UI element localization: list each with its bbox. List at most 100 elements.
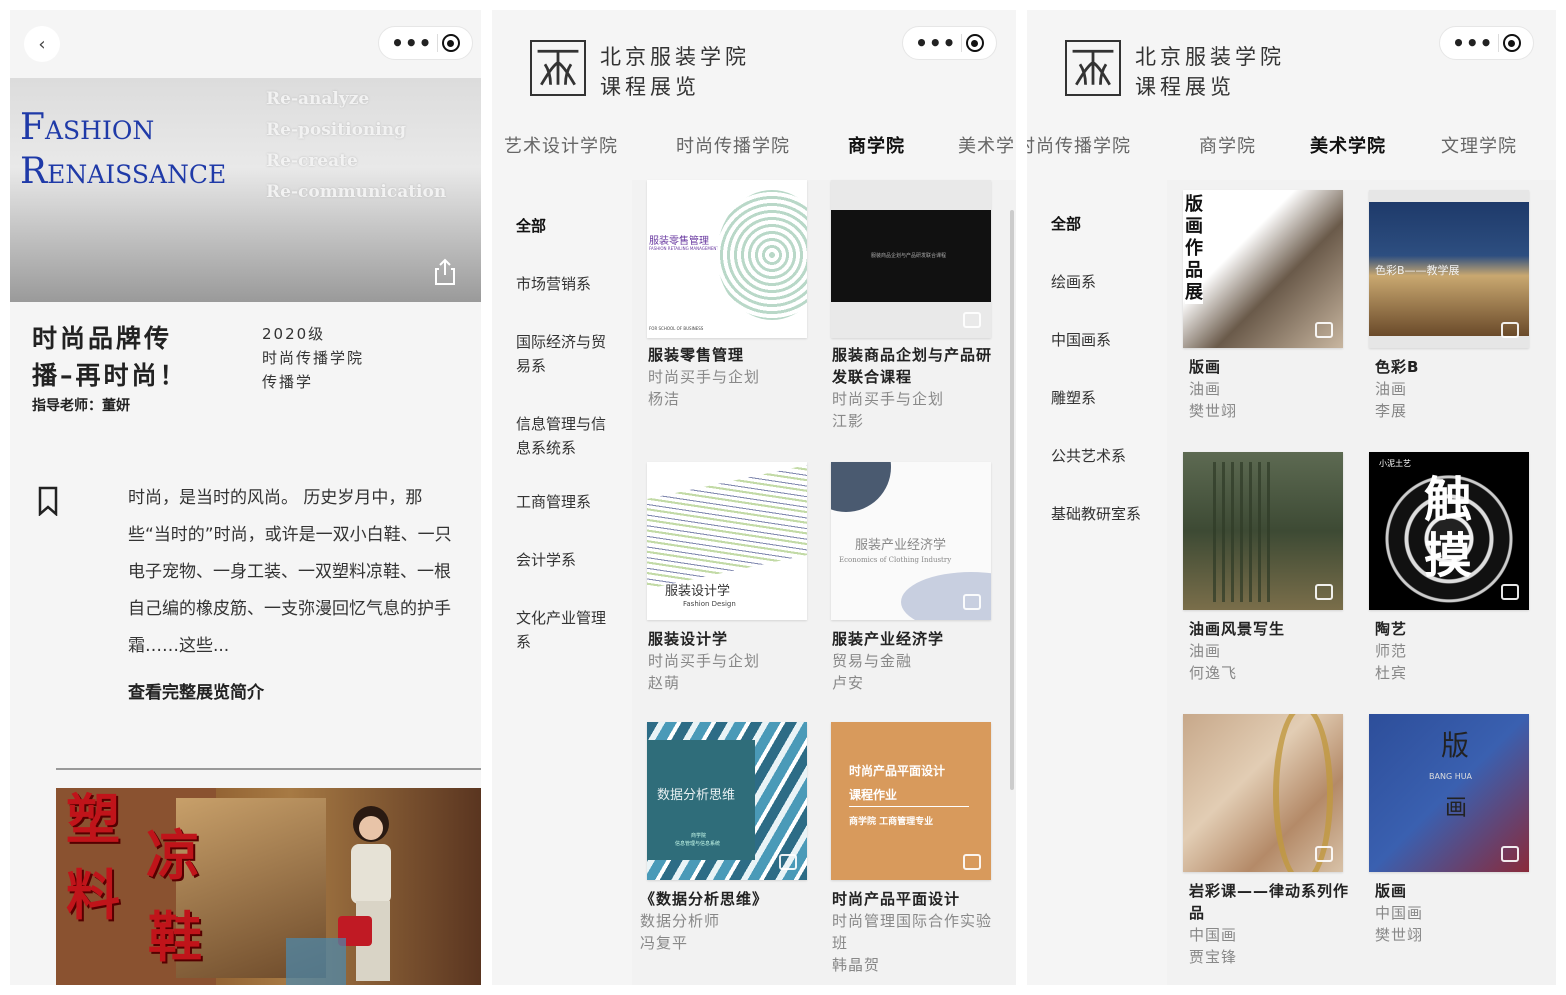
course-title[interactable]: 陶艺	[1375, 618, 1550, 640]
course-title[interactable]: 油画风景写生	[1189, 618, 1364, 640]
tab-liberal-arts[interactable]: 文理学院	[1441, 132, 1517, 158]
course-cover[interactable]	[1183, 714, 1343, 872]
course-info: 《数据分析思维》 数据分析师 冯复平	[640, 888, 815, 954]
mini-program-capsule[interactable]: •••	[1439, 26, 1534, 60]
tab-fashion-communication[interactable]: 时尚传播学院	[1027, 132, 1131, 158]
close-target-icon[interactable]	[1502, 34, 1521, 52]
capsule-divider	[960, 34, 962, 52]
course-title[interactable]: 服装产业经济学	[832, 628, 1007, 650]
exhibition-title: 时尚品牌传 播–再时尚！	[32, 320, 247, 394]
more-icon[interactable]: •••	[391, 33, 432, 53]
cover-subtitle: 信息管理与信息系统	[675, 841, 721, 847]
cover-title: 服装设计学	[665, 584, 731, 599]
course-title[interactable]: 服装零售管理	[648, 344, 823, 366]
side-item-public-art[interactable]: 公共艺术系	[1051, 444, 1151, 468]
close-target-icon[interactable]	[441, 34, 460, 52]
course-title[interactable]: 时尚产品平面设计	[832, 888, 1007, 910]
tab-business[interactable]: 商学院	[1199, 132, 1256, 158]
course-teacher: 李展	[1375, 402, 1408, 420]
side-item-business-admin[interactable]: 工商管理系	[516, 490, 616, 514]
course-cover[interactable]: 数据分析思维 商学院 信息管理与信息系统	[647, 722, 807, 880]
tab-business[interactable]: 商学院	[848, 132, 905, 158]
side-item-painting[interactable]: 绘画系	[1051, 270, 1151, 294]
school-logo-icon	[1065, 40, 1121, 96]
course-grid: 服装零售管理 FASHION RETAILING MANAGEMENT FOR …	[632, 180, 1016, 985]
side-item-chinese-painting[interactable]: 中国画系	[1051, 328, 1151, 352]
cover-title: 色彩B——教学展	[1375, 264, 1460, 277]
cover-title: 版画作品展	[1185, 194, 1203, 304]
business-school-panel: 北京服装学院 课程展览 ••• 艺术设计学院 时尚传播学院 商学院 美术学 全部…	[492, 10, 1016, 985]
cover-trees	[1213, 462, 1273, 602]
course-cover[interactable]	[1183, 452, 1343, 610]
course-cover[interactable]: 版画作品展	[1183, 190, 1343, 348]
side-item-foundation[interactable]: 基础教研室系	[1051, 502, 1146, 526]
poster-char: 鞋	[148, 905, 202, 969]
side-item-all[interactable]: 全部	[516, 214, 616, 238]
multi-image-icon	[963, 594, 981, 610]
exhibition-banner: Fashion Renaissance Re-analyze Re-positi…	[10, 78, 481, 302]
side-item-trade[interactable]: 国际经济与贸易系	[516, 330, 611, 378]
course-info: 服装零售管理 时尚买手与企划 杨洁	[648, 344, 823, 410]
course-title[interactable]: 色彩B	[1375, 356, 1550, 378]
mini-program-capsule[interactable]: •••	[902, 26, 997, 60]
course-cover[interactable]: 服装零售管理 FASHION RETAILING MANAGEMENT FOR …	[647, 180, 807, 338]
meta-school: 时尚传播学院	[262, 349, 365, 367]
cover-shape	[831, 462, 891, 512]
tab-fine-arts[interactable]: 美术学院	[1310, 132, 1386, 158]
banner-title-line2: Renaissance	[20, 151, 227, 192]
scrollbar[interactable]	[1010, 210, 1014, 790]
course-cover[interactable]: 小泥土艺 触摸	[1369, 452, 1529, 610]
cover-subtitle: 小泥土艺	[1379, 459, 1411, 468]
cover-pattern	[717, 190, 807, 320]
side-item-all[interactable]: 全部	[1051, 212, 1151, 236]
course-major: 时尚管理国际合作实验班	[832, 912, 993, 952]
exhibition-poster[interactable]: 塑 料 凉 鞋	[56, 788, 481, 985]
multi-image-icon	[1501, 584, 1519, 600]
course-title[interactable]: 版画	[1375, 880, 1550, 902]
banner-title-line1: Fashion	[20, 107, 155, 148]
tab-art-design[interactable]: 艺术设计学院	[504, 132, 618, 158]
cover-title: 服装商品企划与产品研发联合课程	[871, 253, 947, 259]
side-item-sculpture[interactable]: 雕塑系	[1051, 386, 1151, 410]
course-cover[interactable]: 色彩B——教学展	[1369, 190, 1529, 348]
course-cover[interactable]: 服装产业经济学 Economics of Clothing Industry	[831, 462, 991, 620]
exhibition-meta: 2020级 时尚传播学院 传播学	[262, 322, 364, 394]
view-full-intro-link[interactable]: 查看完整展览简介	[128, 678, 264, 703]
school-name-line1: 北京服装学院	[600, 45, 750, 69]
course-info: 油画风景写生 油画 何逸飞	[1189, 618, 1364, 684]
more-icon[interactable]: •••	[1452, 33, 1493, 53]
department-menu: 全部 市场营销系 国际经济与贸易系 信息管理与信息系统系 工商管理系 会计学系 …	[492, 180, 632, 985]
course-cover[interactable]: 服装商品企划与产品研发联合课程	[831, 180, 991, 338]
close-target-icon[interactable]	[965, 34, 984, 52]
tab-fashion-communication[interactable]: 时尚传播学院	[676, 132, 790, 158]
more-icon[interactable]: •••	[915, 33, 956, 53]
share-icon[interactable]	[433, 258, 457, 286]
chevron-left-icon: ‹	[38, 33, 46, 55]
cover-subtitle: FASHION RETAILING MANAGEMENT	[649, 246, 719, 251]
course-cover[interactable]: 时尚产品平面设计 课程作业 商学院 工商管理专业	[831, 722, 991, 880]
back-button[interactable]: ‹	[24, 26, 60, 62]
course-teacher: 卢安	[832, 674, 865, 692]
course-cover[interactable]: 服装设计学 Fashion Design	[647, 462, 807, 620]
side-item-accounting[interactable]: 会计学系	[516, 548, 616, 572]
mini-program-capsule[interactable]: •••	[378, 26, 473, 60]
course-title[interactable]: 《数据分析思维》	[640, 888, 815, 910]
side-item-marketing[interactable]: 市场营销系	[516, 272, 616, 296]
course-cover[interactable]: 版 BANG HUA 画	[1369, 714, 1529, 872]
tab-fine-arts[interactable]: 美术学	[958, 132, 1015, 158]
course-title[interactable]: 岩彩课——律动系列作品	[1189, 880, 1364, 924]
course-title[interactable]: 服装商品企划与产品研发联合课程	[832, 344, 1007, 388]
course-title[interactable]: 版画	[1189, 356, 1364, 378]
course-title[interactable]: 服装设计学	[648, 628, 823, 650]
school-name: 北京服装学院 课程展览	[600, 42, 750, 102]
side-item-cultural-industry[interactable]: 文化产业管理系	[516, 606, 611, 654]
banner-keyword: Re-create	[266, 151, 358, 171]
bookmark-icon[interactable]	[38, 486, 58, 516]
course-teacher: 韩晶贺	[832, 956, 881, 974]
multi-image-icon	[1315, 584, 1333, 600]
multi-image-icon	[1501, 846, 1519, 862]
course-major: 油画	[1189, 380, 1222, 398]
side-item-info-mgmt[interactable]: 信息管理与信息系统系	[516, 412, 611, 460]
cover-title: 时尚产品平面设计	[849, 764, 946, 778]
cover-title: 版	[1441, 729, 1470, 762]
